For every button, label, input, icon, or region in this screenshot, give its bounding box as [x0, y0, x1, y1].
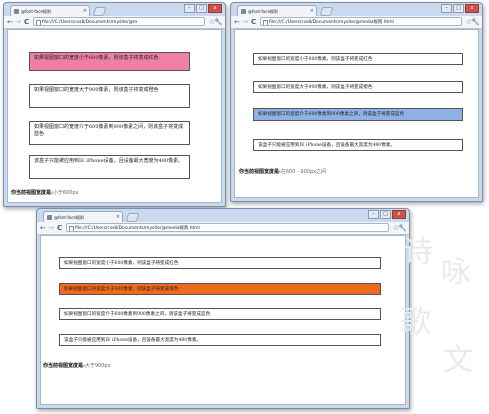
- address-text: file:///C:/Users/css8/Documents/mysite/@…: [42, 20, 138, 25]
- wrench-menu-icon[interactable]: 🔧: [471, 17, 480, 27]
- address-bar[interactable]: file:///C:/Users/css8/Documents/mysite/@…: [260, 17, 462, 26]
- new-tab-button[interactable]: [125, 213, 140, 222]
- media-box-iphone: 该盒子只能被应用到IE iPhone设备，且设备最大宽度为480像素。: [253, 139, 463, 151]
- result-label: 你当前视图宽度是:: [239, 169, 281, 175]
- close-button[interactable]: x: [465, 4, 479, 13]
- media-box-orange: 如果视图窗口的宽度大于900像素，则该盒子将变成橙色: [253, 81, 463, 93]
- title-bar: @font-face规则 × – □ x: [231, 3, 482, 16]
- result-value: 小于600px: [52, 190, 79, 196]
- address-bar[interactable]: file:///C:/Users/css8/Documents/mysite/@…: [33, 17, 205, 26]
- result-label: 你当前视图宽度是:: [11, 190, 53, 196]
- address-bar[interactable]: file:///C:/Users/css8/Documents/mysite/@…: [66, 223, 389, 232]
- media-box-orange: 如果视图窗口的宽度大于900像素，则该盒子将变成橙色: [59, 283, 381, 295]
- browser-tab[interactable]: @font-face规则 ×: [43, 211, 123, 222]
- forward-arrow-icon[interactable]: →: [15, 17, 21, 27]
- new-tab-button[interactable]: [319, 7, 334, 16]
- browser-toolbar: ← → C file:///C:/Users/css8/Documents/my…: [231, 16, 482, 29]
- page-viewport: 如果视图窗口的宽度小于600像素，则该盒子将变成红色 如果视图窗口的宽度大于90…: [234, 29, 479, 198]
- page-icon: [263, 20, 268, 25]
- page-viewport: 如果视图窗口的宽度小于600像素，则该盒子将变成红色 如果视图窗口的宽度大于90…: [7, 29, 222, 203]
- media-box-orange: 如果视图窗口的宽度大于900像素，则该盒子将变成橙色: [29, 84, 190, 108]
- browser-window-narrow: @font-face规则 × – □ x ← → C file:///C:/Us…: [3, 2, 226, 207]
- result-label: 你当前视图宽度是:: [43, 363, 85, 369]
- watermark-glyph: 诗: [403, 235, 433, 270]
- viewport-width-result: 你当前视图宽度是:在600 - 900px之间: [239, 169, 326, 176]
- reload-icon[interactable]: C: [251, 17, 256, 27]
- new-tab-button[interactable]: [92, 7, 107, 16]
- media-box-iphone: 该盒子只能被应用到IE iPhone设备，且设备最大宽度为480像素。: [59, 334, 381, 346]
- media-box-red: 如果视图窗口的宽度小于600像素，则该盒子将变成红色: [29, 52, 190, 71]
- page-icon: [36, 20, 41, 25]
- viewport-width-result: 你当前视图宽度是:小于600px: [11, 190, 79, 197]
- minimize-button[interactable]: –: [184, 4, 195, 13]
- title-bar: @font-face规则 × – □ x: [4, 3, 225, 16]
- result-value: 大于900px: [84, 363, 111, 369]
- wrench-menu-icon[interactable]: 🔧: [214, 17, 223, 27]
- page-favicon-icon: [14, 9, 19, 14]
- page-favicon-icon: [47, 215, 52, 220]
- minimize-button[interactable]: –: [368, 210, 379, 219]
- tab-close-icon[interactable]: ×: [116, 212, 120, 222]
- tab-title: @font-face规则: [21, 9, 51, 14]
- tab-title: @font-face规则: [248, 9, 278, 14]
- media-box-red: 如果视图窗口的宽度小于600像素，则该盒子将变成红色: [59, 257, 381, 269]
- media-box-red: 如果视图窗口的宽度小于600像素，则该盒子将变成红色: [253, 53, 463, 65]
- result-value: 在600 - 900px之间: [280, 169, 327, 175]
- reload-icon[interactable]: C: [24, 17, 29, 27]
- calligraphy-watermark: 诗 咏 歌 文: [397, 228, 485, 408]
- page-favicon-icon: [241, 9, 246, 14]
- tab-close-icon[interactable]: ×: [310, 6, 314, 16]
- title-bar: @font-face规则 × – □ x: [37, 209, 409, 222]
- viewport-width-result: 你当前视图宽度是:大于900px: [43, 363, 111, 370]
- back-arrow-icon[interactable]: ←: [234, 17, 240, 27]
- browser-window-wide: @font-face规则 × – □ x ← → C file:///C:/Us…: [36, 208, 410, 409]
- media-box-blue: 如果视图窗口的宽度介于600像素到900像素之间，则该盒子将变成蓝色: [29, 121, 190, 145]
- tab-title: @font-face规则: [54, 215, 84, 220]
- back-arrow-icon[interactable]: ←: [7, 17, 13, 27]
- media-box-blue: 如果视图窗口的宽度介于600像素到900像素之间，则该盒子将变成蓝色: [253, 108, 463, 121]
- maximize-button[interactable]: □: [453, 4, 464, 13]
- tab-close-icon[interactable]: ×: [83, 6, 87, 16]
- page-icon: [69, 226, 74, 231]
- media-box-iphone: 该盒子只能被应用到IE iPhone设备，且设备最大宽度为480像素。: [29, 155, 190, 179]
- reload-icon[interactable]: C: [57, 223, 62, 233]
- address-text: file:///C:/Users/css8/Documents/mysite/@…: [269, 20, 394, 25]
- window-controls: – □ x: [441, 4, 479, 13]
- browser-toolbar: ← → C file:///C:/Users/css8/Documents/my…: [37, 222, 409, 235]
- browser-tab[interactable]: @font-face规则 ×: [237, 5, 317, 16]
- forward-arrow-icon[interactable]: →: [48, 223, 54, 233]
- watermark-glyph: 咏: [441, 255, 471, 290]
- close-button[interactable]: x: [208, 4, 222, 13]
- watermark-glyph: 歌: [401, 305, 431, 340]
- window-controls: – □ x: [368, 210, 406, 219]
- page-viewport: 如果视图窗口的宽度小于600像素，则该盒子将变成红色 如果视图窗口的宽度大于90…: [40, 235, 406, 405]
- forward-arrow-icon[interactable]: →: [242, 17, 248, 27]
- watermark-glyph: 文: [443, 343, 473, 378]
- maximize-button[interactable]: □: [196, 4, 207, 13]
- minimize-button[interactable]: –: [441, 4, 452, 13]
- browser-toolbar: ← → C file:///C:/Users/css8/Documents/my…: [4, 16, 225, 29]
- window-controls: – □ x: [184, 4, 222, 13]
- media-box-blue: 如果视图窗口的宽度介于600像素到900像素之间，则该盒子将变成蓝色: [59, 308, 381, 320]
- back-arrow-icon[interactable]: ←: [40, 223, 46, 233]
- maximize-button[interactable]: □: [380, 210, 391, 219]
- browser-window-medium: @font-face规则 × – □ x ← → C file:///C:/Us…: [230, 2, 483, 202]
- address-text: file:///C:/Users/css8/Documents/mysite/@…: [75, 226, 200, 231]
- browser-tab[interactable]: @font-face规则 ×: [10, 5, 90, 16]
- close-button[interactable]: x: [392, 210, 406, 219]
